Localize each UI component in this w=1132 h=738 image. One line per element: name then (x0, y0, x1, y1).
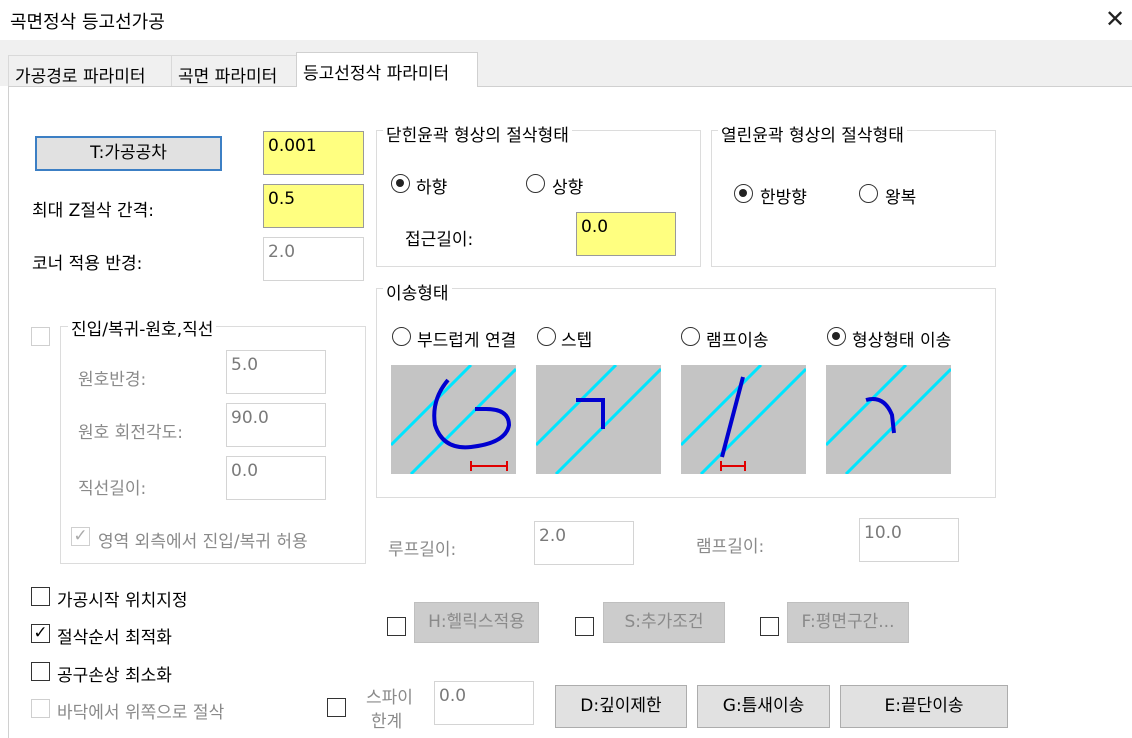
extra-conditions-button[interactable]: S:추가조건 (603, 602, 725, 643)
approach-length-label: 접근길이: (405, 230, 474, 250)
corner-radius-label: 코너 적용 반경: (32, 254, 143, 274)
conventional-radio[interactable] (526, 174, 545, 193)
arc-radius-label: 원호반경: (78, 370, 147, 390)
open-contour-title: 열린윤곽 형상의 절삭형태 (718, 121, 907, 146)
tolerance-input[interactable]: 0.001 (263, 131, 364, 175)
window-title: 곡면정삭 등고선가공 (10, 12, 165, 33)
minimize-tool-damage-label: 공구손상 최소화 (57, 666, 172, 686)
approach-length-input[interactable]: 0.0 (576, 212, 676, 256)
max-z-input[interactable]: 0.5 (263, 184, 364, 228)
follow-shape-preview-image (826, 365, 951, 474)
conventional-label: 상향 (552, 178, 584, 198)
spiral-limit-label-line2: 한계 (371, 712, 403, 732)
zigzag-label: 왕복 (885, 188, 917, 208)
tab-toolpath-params[interactable]: 가공경로 파라미터 (8, 55, 172, 87)
outside-approach-label: 영역 외측에서 진입/복귀 허용 (98, 532, 308, 552)
smooth-radio[interactable] (392, 327, 411, 346)
title-bar (0, 0, 1132, 40)
start-position-label: 가공시작 위치지정 (57, 591, 188, 611)
spiral-limit-checkbox[interactable] (327, 698, 346, 717)
spiral-limit-label-line1: 스파이 (366, 688, 413, 708)
step-radio[interactable] (537, 327, 556, 346)
one-way-radio[interactable] (734, 184, 753, 203)
tolerance-button[interactable]: T:가공공차 (35, 136, 222, 171)
extra-conditions-checkbox[interactable] (575, 617, 594, 636)
max-z-label: 최대 Z절삭 간격: (32, 201, 155, 221)
approach-checkbox[interactable] (31, 327, 50, 346)
open-contour-group (711, 130, 996, 267)
arc-angle-input[interactable]: 90.0 (226, 403, 326, 447)
smooth-label: 부드럽게 연결 (417, 331, 517, 351)
step-label: 스텝 (561, 331, 593, 351)
one-way-label: 한방향 (760, 188, 807, 208)
optimize-order-label: 절삭순서 최적화 (57, 628, 172, 648)
climb-radio[interactable] (391, 174, 410, 193)
spiral-limit-input[interactable]: 0.0 (434, 681, 534, 725)
minimize-tool-damage-checkbox[interactable] (31, 662, 50, 681)
corner-radius-input[interactable]: 2.0 (263, 237, 364, 281)
line-length-input[interactable]: 0.0 (226, 456, 326, 500)
transition-title: 이송형태 (383, 279, 452, 304)
edge-transition-button[interactable]: E:끝단이송 (840, 685, 1008, 728)
zigzag-radio[interactable] (859, 184, 878, 203)
ramp-radio[interactable] (681, 327, 700, 346)
line-length-label: 직선길이: (78, 479, 147, 499)
outside-approach-checkbox[interactable]: ✓ (71, 527, 90, 546)
step-preview-image (536, 365, 661, 474)
depth-limit-button[interactable]: D:깊이제한 (555, 685, 687, 728)
approach-group-title: 진입/복귀-원호,직선 (68, 315, 217, 340)
tab-surface-params[interactable]: 곡면 파라미터 (171, 55, 297, 87)
tab-contour-finish-params[interactable]: 등고선정삭 파라미터 (296, 52, 478, 87)
bottom-up-label: 바닥에서 위쪽으로 절삭 (57, 703, 225, 723)
close-icon[interactable]: ✕ (1098, 2, 1132, 36)
loop-length-input[interactable]: 2.0 (534, 521, 634, 565)
optimize-order-checkbox[interactable]: ✓ (31, 624, 50, 643)
ramp-length-input[interactable]: 10.0 (859, 518, 959, 562)
smooth-preview-image (391, 365, 516, 474)
bottom-up-checkbox[interactable] (31, 699, 50, 718)
climb-label: 하향 (416, 178, 448, 198)
flat-area-checkbox[interactable] (760, 617, 779, 636)
follow-shape-radio[interactable] (827, 327, 846, 346)
ramp-label: 램프이송 (706, 331, 769, 351)
helix-checkbox[interactable] (387, 617, 406, 636)
flat-area-button[interactable]: F:평면구간... (787, 602, 909, 643)
loop-length-label: 루프길이: (388, 540, 457, 560)
arc-angle-label: 원호 회전각도: (78, 423, 183, 443)
ramp-preview-image (681, 365, 806, 474)
start-position-checkbox[interactable] (31, 587, 50, 606)
gap-transition-button[interactable]: G:틈새이송 (697, 685, 830, 728)
ramp-length-label: 램프길이: (696, 537, 765, 557)
follow-shape-label: 형상형태 이송 (852, 331, 952, 351)
closed-contour-title: 닫힌윤곽 형상의 절삭형태 (383, 121, 572, 146)
helix-button[interactable]: H:헬릭스적용 (414, 602, 539, 643)
arc-radius-input[interactable]: 5.0 (226, 350, 326, 394)
